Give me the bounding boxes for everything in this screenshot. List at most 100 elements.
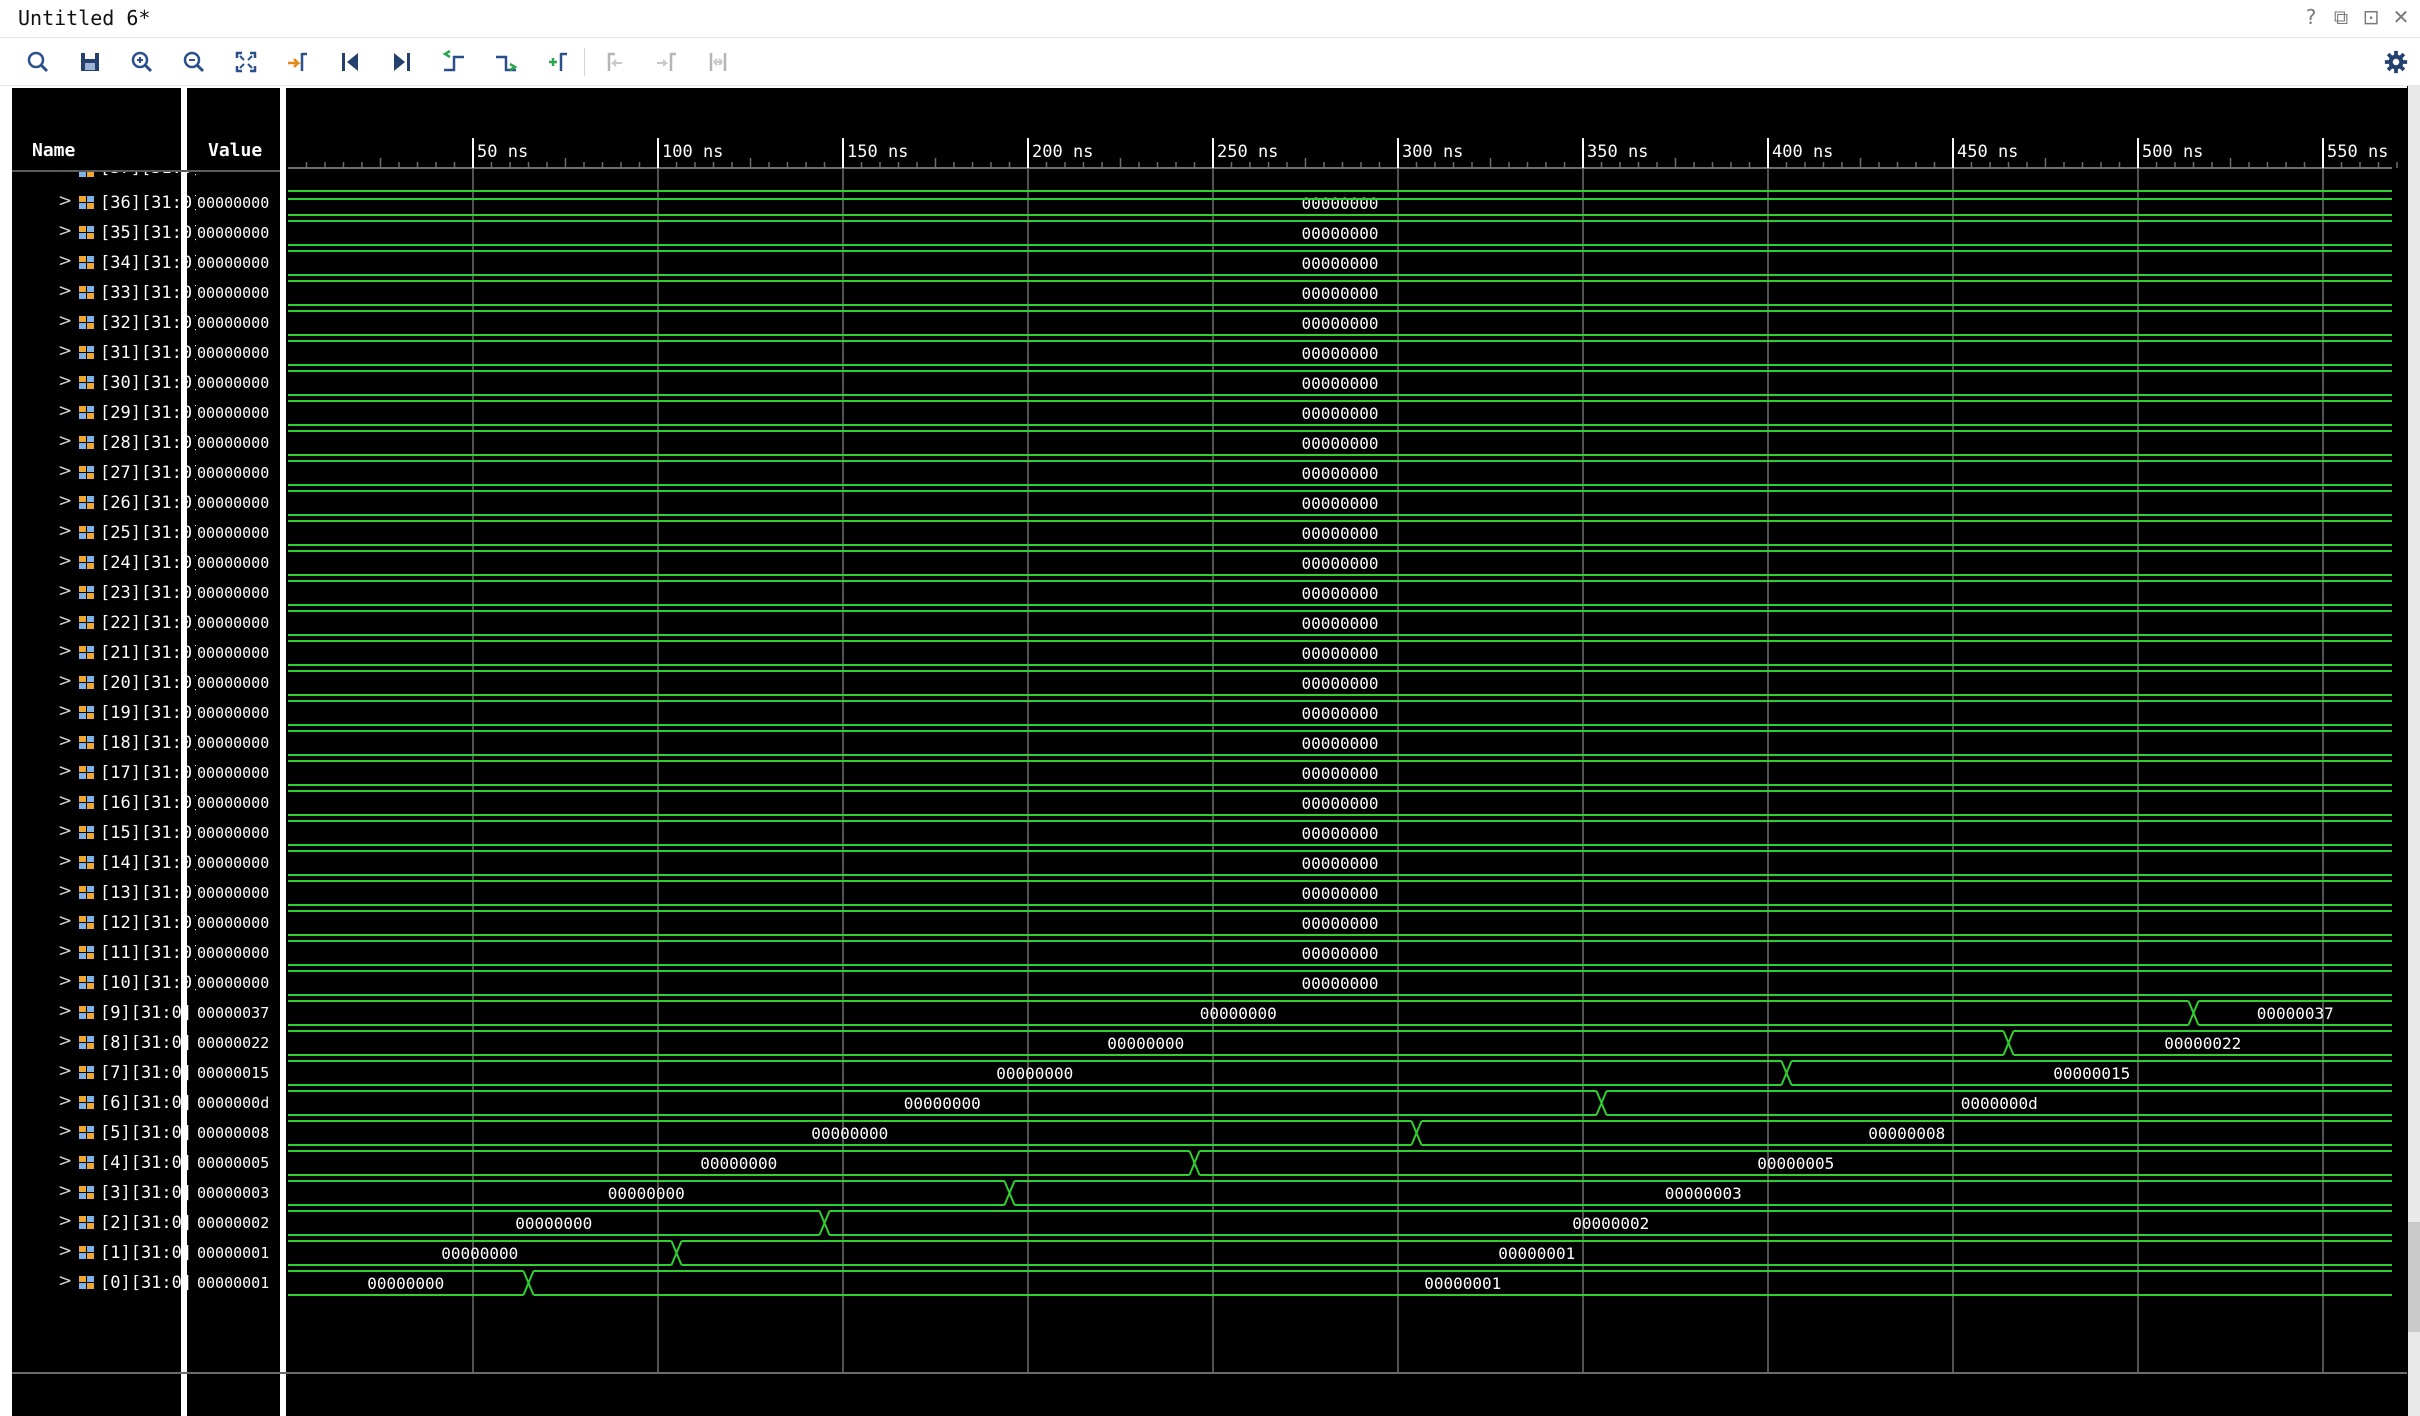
- expand-chevron-icon[interactable]: >: [58, 971, 72, 991]
- signal-row[interactable]: > [31][31:0] 00000000: [12, 338, 282, 368]
- value-transition[interactable]: [818, 1210, 831, 1236]
- vertical-scrollbar[interactable]: [2408, 86, 2420, 1416]
- signal-row[interactable]: > [24][31:0] 00000000: [12, 548, 282, 578]
- go-to-end-button[interactable]: [384, 46, 420, 78]
- signal-row[interactable]: > [26][31:0] 00000000: [12, 488, 282, 518]
- expand-chevron-icon[interactable]: >: [58, 761, 72, 781]
- signal-row[interactable]: > [9][31:0] 00000037: [12, 998, 282, 1028]
- signal-row[interactable]: > [0][31:0] 00000001: [12, 1268, 282, 1298]
- signal-row[interactable]: > [37][31:0]00000000: [12, 172, 282, 180]
- signal-row[interactable]: > [29][31:0] 00000000: [12, 398, 282, 428]
- signal-row[interactable]: > [25][31:0] 00000000: [12, 518, 282, 548]
- signal-row[interactable]: > [2][31:0] 00000002: [12, 1208, 282, 1238]
- signal-row[interactable]: > [23][31:0] 00000000: [12, 578, 282, 608]
- expand-chevron-icon[interactable]: >: [58, 491, 72, 511]
- expand-chevron-icon[interactable]: >: [58, 1001, 72, 1021]
- signal-row[interactable]: > [6][31:0] 0000000d: [12, 1088, 282, 1118]
- expand-chevron-icon[interactable]: >: [58, 371, 72, 391]
- signal-row[interactable]: > [12][31:0] 00000000: [12, 908, 282, 938]
- expand-chevron-icon[interactable]: >: [58, 1211, 72, 1231]
- expand-chevron-icon[interactable]: >: [58, 1061, 72, 1081]
- expand-chevron-icon[interactable]: >: [58, 172, 72, 178]
- value-column-header[interactable]: Value: [208, 140, 262, 161]
- signal-row[interactable]: > [7][31:0] 00000015: [12, 1058, 282, 1088]
- expand-chevron-icon[interactable]: >: [58, 521, 72, 541]
- value-transition[interactable]: [1410, 1120, 1423, 1146]
- expand-chevron-icon[interactable]: >: [58, 341, 72, 361]
- signal-row[interactable]: > [20][31:0] 00000000: [12, 668, 282, 698]
- expand-chevron-icon[interactable]: >: [58, 1151, 72, 1171]
- expand-chevron-icon[interactable]: >: [58, 431, 72, 451]
- signal-row[interactable]: > [27][31:0] 00000000: [12, 458, 282, 488]
- expand-chevron-icon[interactable]: >: [58, 1181, 72, 1201]
- expand-chevron-icon[interactable]: >: [58, 311, 72, 331]
- expand-chevron-icon[interactable]: >: [58, 701, 72, 721]
- float-icon[interactable]: ⊡: [2360, 4, 2382, 30]
- value-transition[interactable]: [1780, 1060, 1793, 1086]
- signal-row[interactable]: > [8][31:0] 00000022: [12, 1028, 282, 1058]
- signal-row[interactable]: > [30][31:0] 00000000: [12, 368, 282, 398]
- next-transition-button[interactable]: [488, 46, 524, 78]
- save-button[interactable]: [72, 46, 108, 78]
- signal-row[interactable]: > [13][31:0] 00000000: [12, 878, 282, 908]
- expand-chevron-icon[interactable]: >: [58, 851, 72, 871]
- expand-chevron-icon[interactable]: >: [58, 611, 72, 631]
- name-column-header[interactable]: Name: [32, 140, 75, 161]
- zoom-out-button[interactable]: [176, 46, 212, 78]
- signal-row[interactable]: > [35][31:0] 00000000: [12, 218, 282, 248]
- expand-chevron-icon[interactable]: >: [58, 551, 72, 571]
- expand-chevron-icon[interactable]: >: [58, 221, 72, 241]
- expand-chevron-icon[interactable]: >: [58, 1121, 72, 1141]
- signal-row[interactable]: > [11][31:0] 00000000: [12, 938, 282, 968]
- expand-chevron-icon[interactable]: >: [58, 911, 72, 931]
- expand-chevron-icon[interactable]: >: [58, 1241, 72, 1261]
- expand-chevron-icon[interactable]: >: [58, 881, 72, 901]
- signal-row[interactable]: > [5][31:0] 00000008: [12, 1118, 282, 1148]
- expand-chevron-icon[interactable]: >: [58, 251, 72, 271]
- waveform-canvas[interactable]: 00000000 00000000 00000000 00000000 00000000…: [288, 86, 2406, 1416]
- help-icon[interactable]: ?: [2300, 4, 2322, 30]
- signal-row[interactable]: > [36][31:0] 00000000: [12, 188, 282, 218]
- value-transition[interactable]: [1188, 1150, 1201, 1176]
- signal-row[interactable]: > [19][31:0] 00000000: [12, 698, 282, 728]
- signal-row[interactable]: > [34][31:0] 00000000: [12, 248, 282, 278]
- settings-button[interactable]: [2378, 46, 2414, 78]
- signal-row[interactable]: > [18][31:0] 00000000: [12, 728, 282, 758]
- go-to-cursor-button[interactable]: [280, 46, 316, 78]
- restore-icon[interactable]: ⧉: [2330, 4, 2352, 30]
- expand-chevron-icon[interactable]: >: [58, 731, 72, 751]
- zoom-fit-button[interactable]: [228, 46, 264, 78]
- value-transition[interactable]: [1595, 1090, 1608, 1116]
- scrollbar-thumb[interactable]: [2408, 1222, 2420, 1332]
- signal-row[interactable]: > [14][31:0] 00000000: [12, 848, 282, 878]
- signal-row[interactable]: > [1][31:0] 00000001: [12, 1238, 282, 1268]
- search-button[interactable]: [20, 46, 56, 78]
- expand-chevron-icon[interactable]: >: [58, 1271, 72, 1291]
- expand-chevron-icon[interactable]: >: [58, 401, 72, 421]
- value-transition[interactable]: [522, 1270, 535, 1296]
- close-icon[interactable]: ✕: [2390, 4, 2412, 30]
- signal-row[interactable]: > [10][31:0] 00000000: [12, 968, 282, 998]
- signal-row[interactable]: > [33][31:0] 00000000: [12, 278, 282, 308]
- signal-row[interactable]: > [21][31:0] 00000000: [12, 638, 282, 668]
- zoom-in-button[interactable]: [124, 46, 160, 78]
- signal-row[interactable]: > [28][31:0] 00000000: [12, 428, 282, 458]
- expand-chevron-icon[interactable]: >: [58, 941, 72, 961]
- expand-chevron-icon[interactable]: >: [58, 581, 72, 601]
- expand-chevron-icon[interactable]: >: [58, 191, 72, 211]
- expand-chevron-icon[interactable]: >: [58, 791, 72, 811]
- signal-row[interactable]: > [17][31:0] 00000000: [12, 758, 282, 788]
- add-marker-button[interactable]: [540, 46, 576, 78]
- value-transition[interactable]: [2002, 1030, 2015, 1056]
- expand-chevron-icon[interactable]: >: [58, 461, 72, 481]
- signal-row[interactable]: > [32][31:0] 00000000: [12, 308, 282, 338]
- expand-chevron-icon[interactable]: >: [58, 671, 72, 691]
- value-transition[interactable]: [670, 1240, 683, 1266]
- expand-chevron-icon[interactable]: >: [58, 281, 72, 301]
- signal-row[interactable]: > [4][31:0] 00000005: [12, 1148, 282, 1178]
- previous-transition-button[interactable]: [436, 46, 472, 78]
- signal-row[interactable]: > [16][31:0] 00000000: [12, 788, 282, 818]
- signal-row[interactable]: > [15][31:0] 00000000: [12, 818, 282, 848]
- expand-chevron-icon[interactable]: >: [58, 1091, 72, 1111]
- expand-chevron-icon[interactable]: >: [58, 1031, 72, 1051]
